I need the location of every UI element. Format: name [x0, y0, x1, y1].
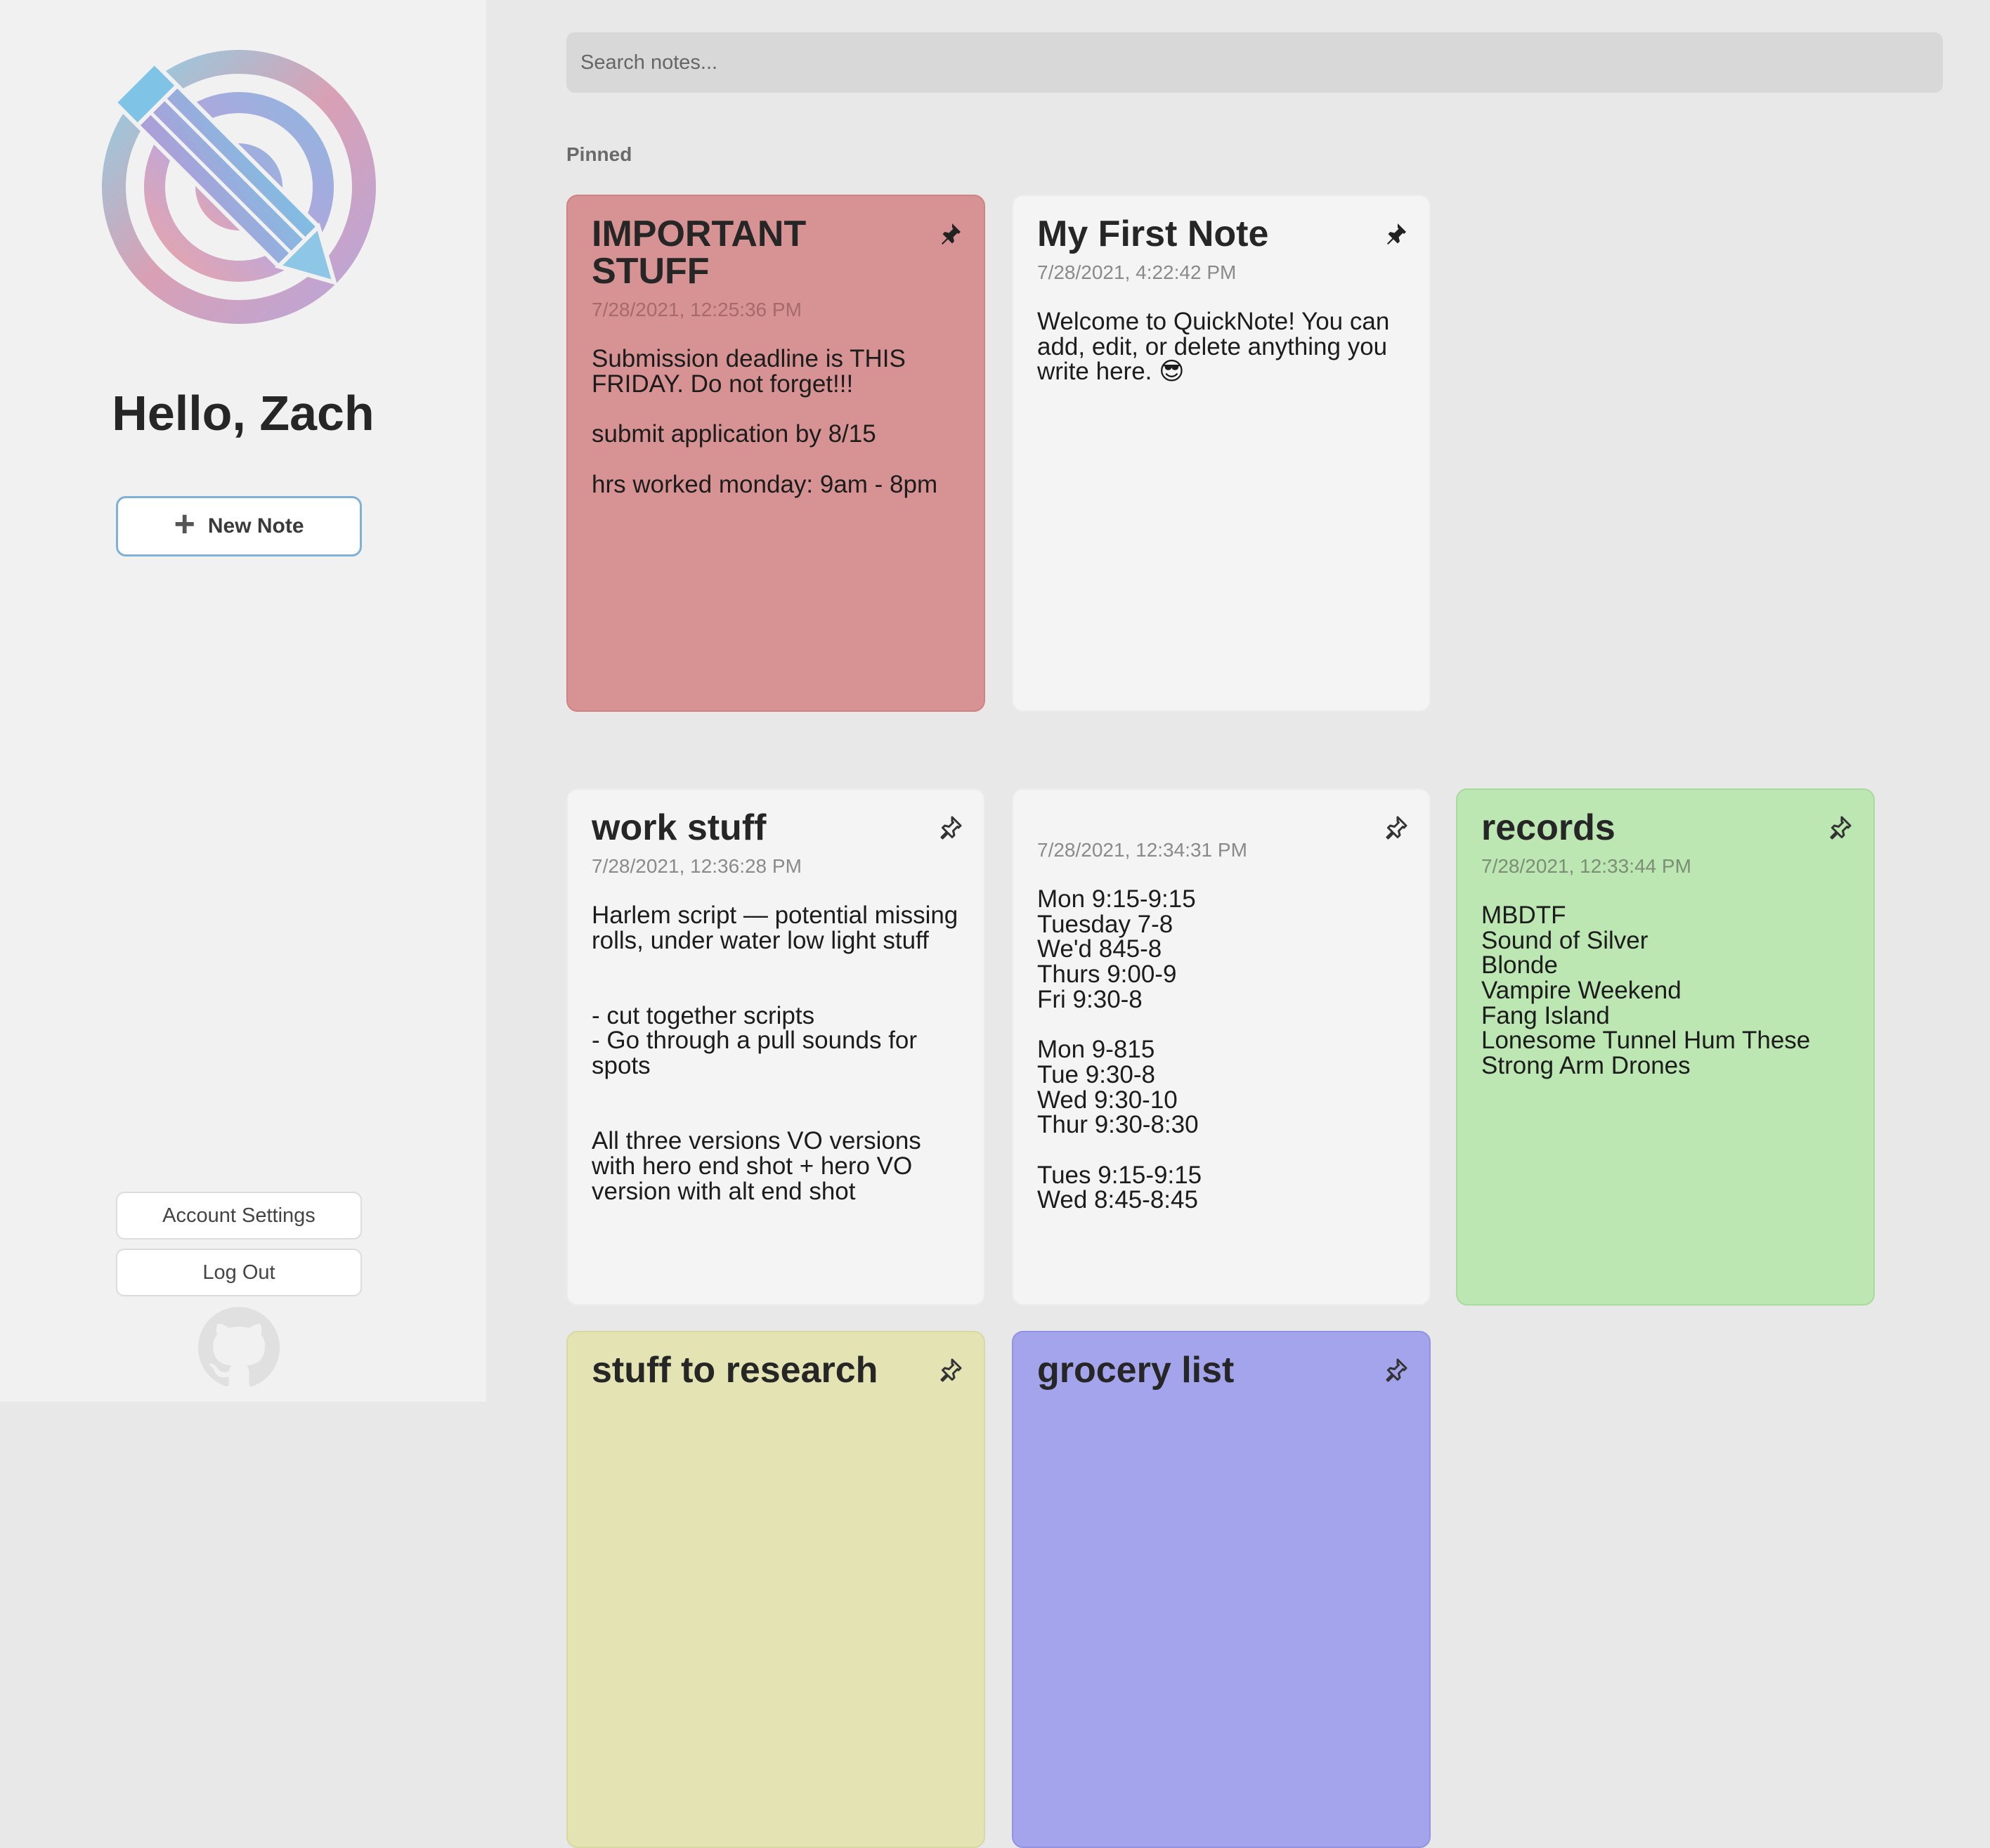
note-title: My First Note: [1037, 214, 1269, 254]
note-title: records: [1481, 807, 1615, 848]
pin-outline-icon[interactable]: [937, 1358, 963, 1383]
new-note-label: New Note: [207, 514, 304, 538]
note-body: MBDTF Sound of Silver Blonde Vampire Wee…: [1481, 902, 1811, 1080]
new-note-button[interactable]: + New Note: [116, 496, 362, 557]
note-date: 7/28/2021, 12:33:44 PM: [1481, 855, 1691, 878]
note-card[interactable]: 7/28/2021, 12:34:31 PM Mon 9:15-9:15 Tue…: [1012, 788, 1431, 1306]
note-title: grocery list: [1037, 1350, 1235, 1391]
note-body: Submission deadline is THIS FRIDAY. Do n…: [592, 345, 938, 498]
note-card[interactable]: IMPORTANT STUFF 7/28/2021, 12:25:36 PM S…: [566, 195, 985, 712]
search-input[interactable]: [566, 32, 1943, 93]
pin-outline-icon[interactable]: [1383, 1358, 1408, 1383]
note-date: 7/28/2021, 4:22:42 PM: [1037, 261, 1237, 284]
note-date: 7/28/2021, 12:25:36 PM: [592, 299, 802, 321]
pin-filled-icon[interactable]: [937, 221, 963, 247]
note-card[interactable]: records 7/28/2021, 12:33:44 PM MBDTF Sou…: [1456, 788, 1875, 1306]
plus-icon: +: [174, 504, 195, 545]
note-title: stuff to research: [592, 1350, 878, 1391]
note-title: IMPORTANT STUFF: [592, 214, 807, 292]
note-card[interactable]: My First Note 7/28/2021, 4:22:42 PM Welc…: [1012, 195, 1431, 712]
pin-filled-icon[interactable]: [1383, 221, 1408, 247]
note-card[interactable]: stuff to research: [566, 1331, 985, 1848]
note-date: 7/28/2021, 12:36:28 PM: [592, 855, 802, 878]
app-logo-icon: [102, 50, 376, 324]
note-body: Mon 9:15-9:15 Tuesday 7-8 We'd 845-8 Thu…: [1037, 885, 1202, 1214]
pin-outline-icon[interactable]: [1827, 815, 1852, 840]
note-body: Harlem script — potential missing rolls,…: [592, 902, 958, 1205]
pin-outline-icon[interactable]: [937, 815, 963, 840]
note-body: Welcome to QuickNote! You can add, edit,…: [1037, 308, 1390, 386]
note-date: 7/28/2021, 12:34:31 PM: [1037, 839, 1247, 861]
sidebar: Hello, Zach + New Note Account Settings …: [0, 0, 486, 1402]
pin-outline-icon[interactable]: [1383, 815, 1408, 840]
note-card[interactable]: grocery list: [1012, 1331, 1431, 1848]
logout-button[interactable]: Log Out: [116, 1249, 362, 1296]
note-card[interactable]: work stuff 7/28/2021, 12:36:28 PM Harlem…: [566, 788, 985, 1306]
github-icon[interactable]: [198, 1307, 280, 1388]
greeting: Hello, Zach: [112, 386, 375, 441]
pinned-section-label: Pinned: [566, 143, 632, 165]
note-title: work stuff: [592, 807, 767, 848]
note-title: [1037, 809, 1405, 831]
account-settings-button[interactable]: Account Settings: [116, 1192, 362, 1239]
